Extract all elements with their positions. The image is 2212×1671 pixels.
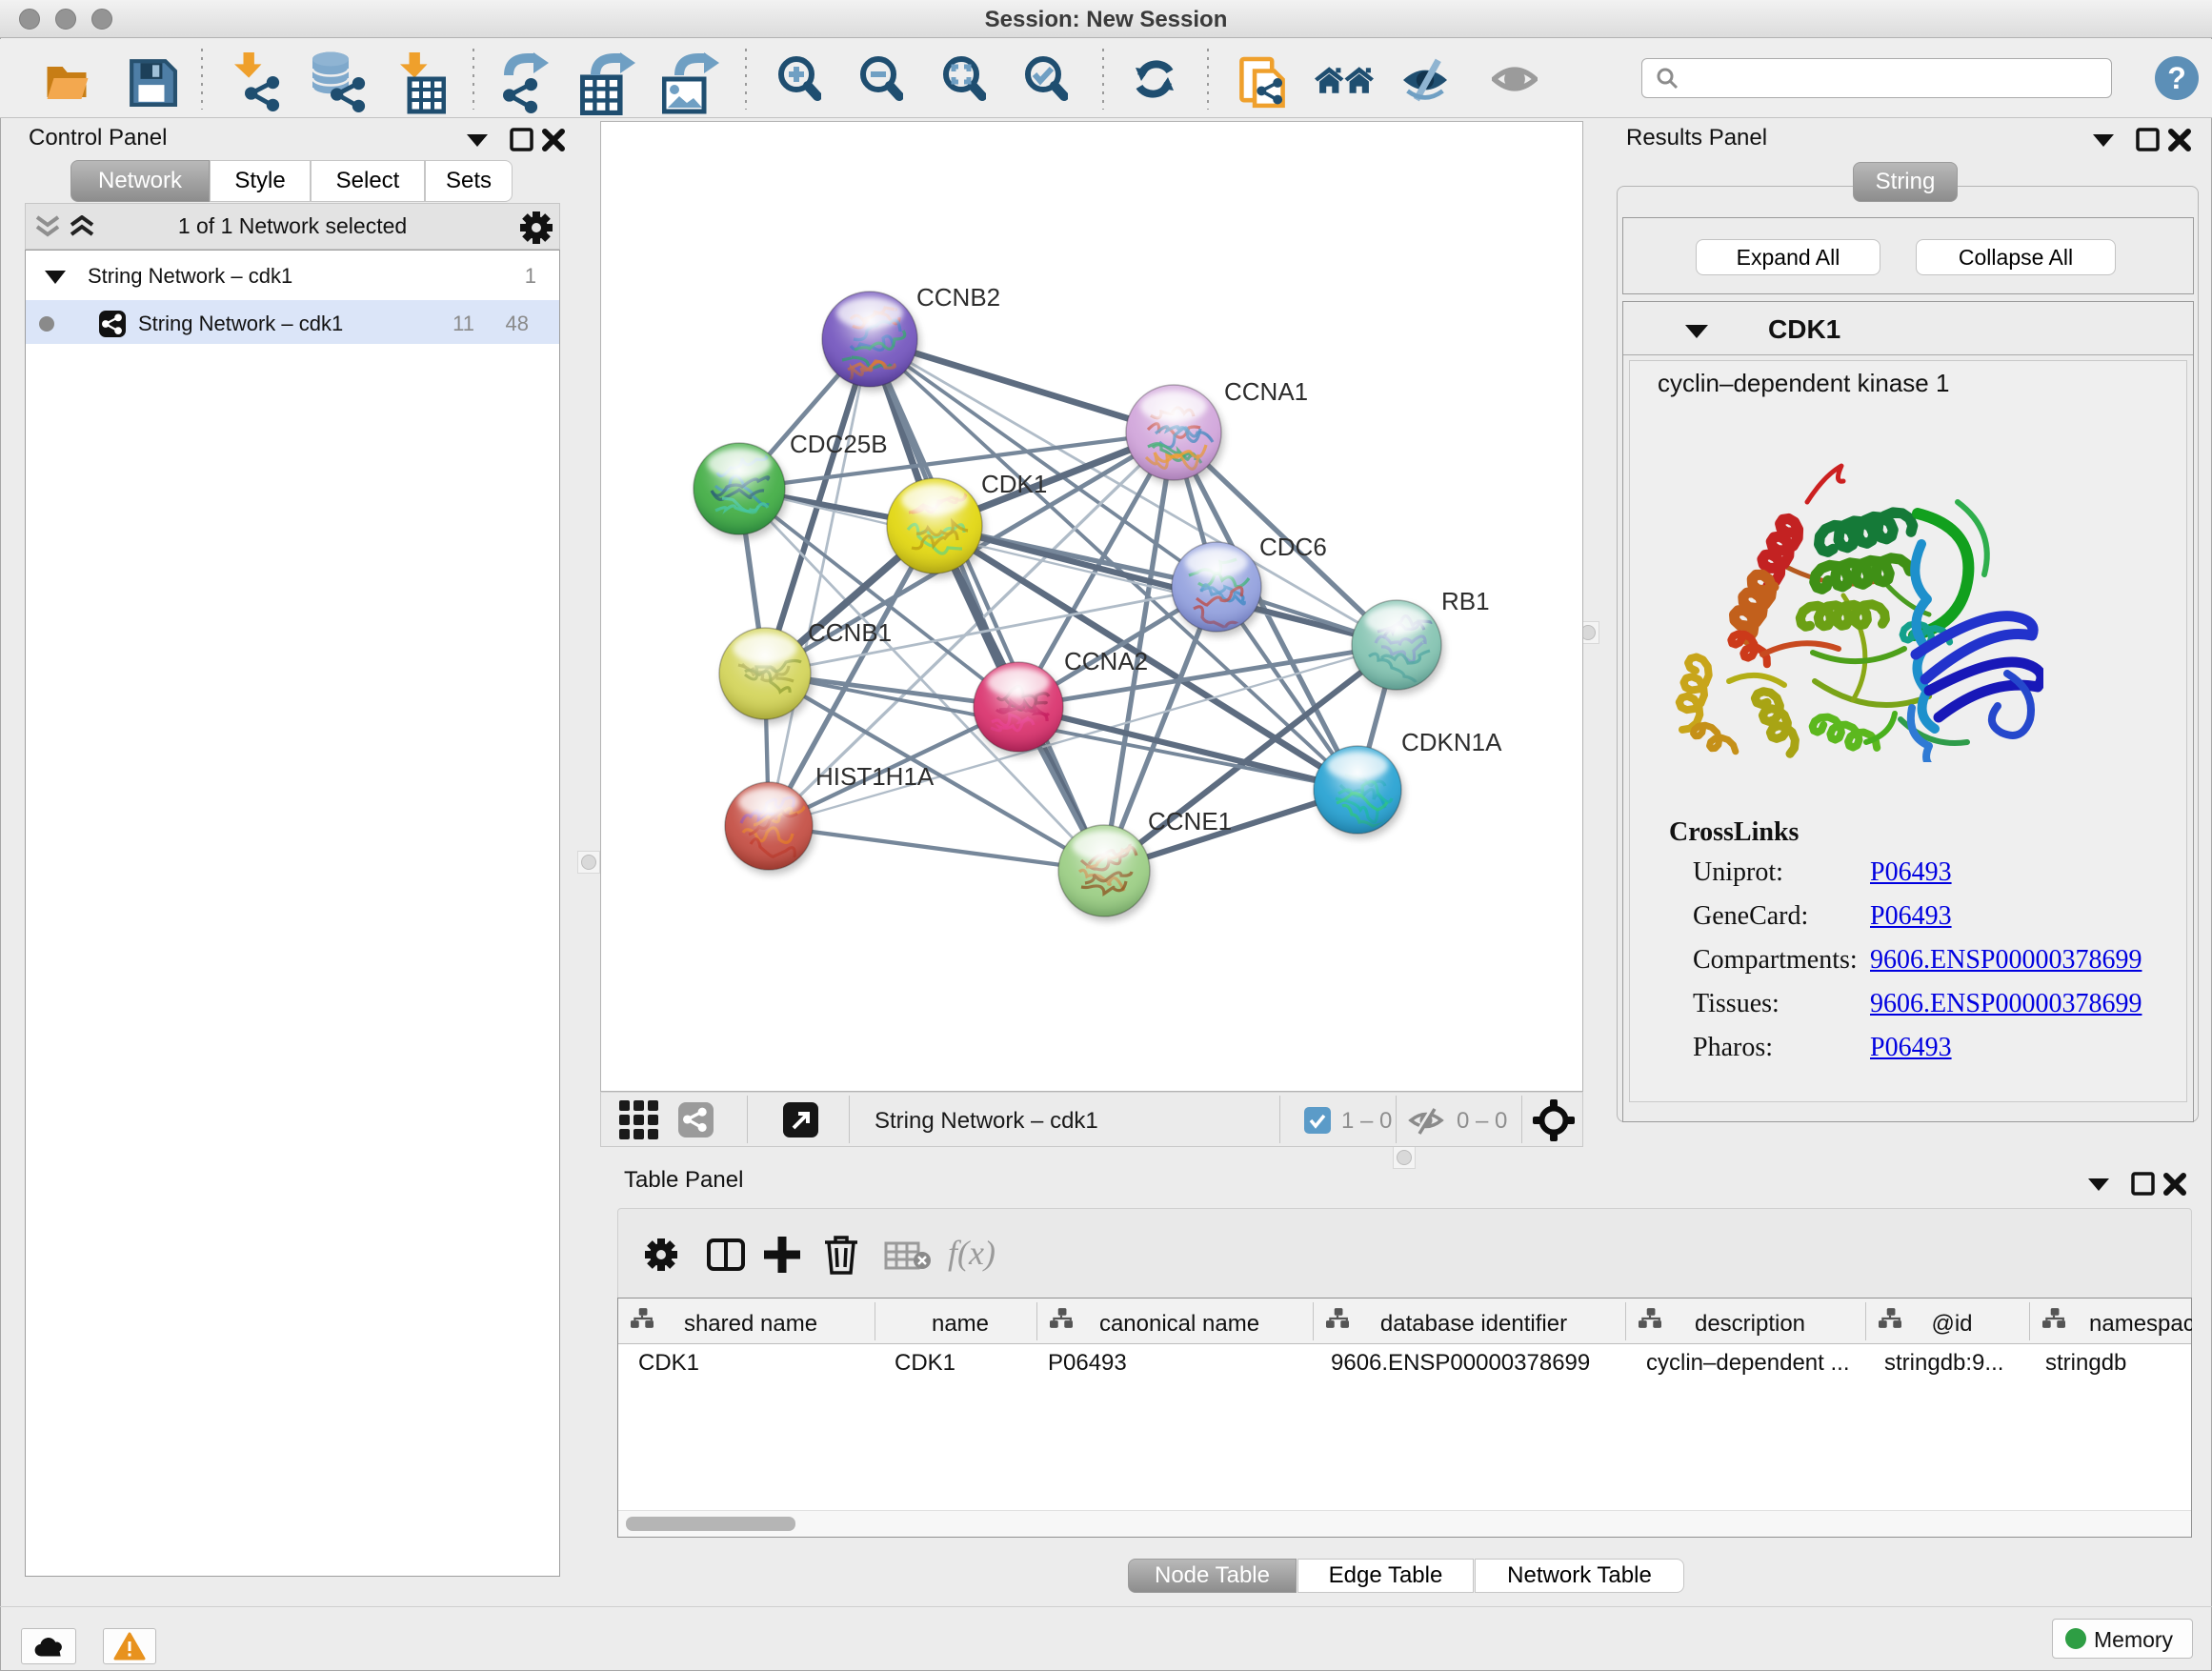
svg-text:CDKN1A: CDKN1A <box>1401 728 1502 756</box>
svg-text:CCNB1: CCNB1 <box>808 618 892 647</box>
svg-text:HIST1H1A: HIST1H1A <box>815 762 935 791</box>
svg-text:CCNB2: CCNB2 <box>916 283 1000 312</box>
svg-text:RB1: RB1 <box>1441 587 1490 615</box>
svg-text:CCNA1: CCNA1 <box>1224 377 1308 406</box>
svg-text:CCNA2: CCNA2 <box>1064 647 1148 675</box>
svg-text:CDK1: CDK1 <box>981 470 1047 498</box>
svg-text:CDC25B: CDC25B <box>790 430 888 458</box>
svg-text:CDC6: CDC6 <box>1259 533 1327 561</box>
svg-text:CCNE1: CCNE1 <box>1148 807 1232 836</box>
